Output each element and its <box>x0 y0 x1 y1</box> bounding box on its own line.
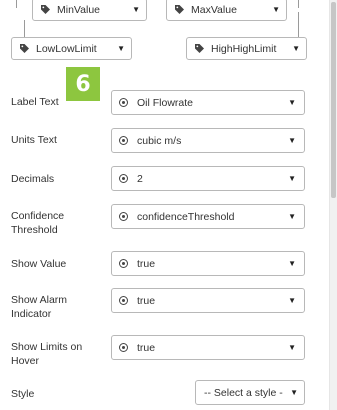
caret-down-icon: ▼ <box>272 5 280 14</box>
show-alarm-indicator-value: true <box>137 294 156 307</box>
max-value-label: MaxValue <box>191 3 237 16</box>
confidence-threshold-label: Confidence Threshold <box>11 210 65 236</box>
tag-icon <box>195 44 204 53</box>
show-value-select[interactable]: true ▼ <box>111 251 305 276</box>
step-number-badge: 6 <box>66 67 100 101</box>
circle-dot-icon <box>119 212 128 221</box>
caret-down-icon: ▼ <box>290 388 298 397</box>
units-text-label: Units Text <box>11 134 57 146</box>
max-value-tag-select[interactable]: MaxValue ▼ <box>166 0 287 21</box>
min-value-label: MinValue <box>57 3 100 16</box>
vertical-scrollbar[interactable] <box>329 0 337 410</box>
caret-down-icon: ▼ <box>117 44 125 53</box>
show-limits-on-hover-select[interactable]: true ▼ <box>111 335 305 360</box>
units-text-select[interactable]: cubic m/s ▼ <box>111 128 305 153</box>
style-select[interactable]: -- Select a style - ▼ <box>195 380 305 405</box>
show-value-value: true <box>137 257 156 270</box>
tree-connector-left <box>16 0 17 8</box>
tag-icon <box>20 44 29 53</box>
caret-down-icon: ▼ <box>288 259 296 268</box>
tree-connector-right-lower <box>298 12 299 38</box>
caret-down-icon: ▼ <box>288 343 296 352</box>
low-low-limit-label: LowLowLimit <box>36 42 97 55</box>
caret-down-icon: ▼ <box>288 296 296 305</box>
confidence-threshold-value: confidenceThreshold <box>137 210 235 223</box>
show-limits-on-hover-value: true <box>137 341 156 354</box>
caret-down-icon: ▼ <box>292 44 300 53</box>
label-text-label: Label Text <box>11 96 59 108</box>
confidence-threshold-select[interactable]: confidenceThreshold ▼ <box>111 204 305 229</box>
min-value-tag-select[interactable]: MinValue ▼ <box>32 0 147 21</box>
caret-down-icon: ▼ <box>288 174 296 183</box>
caret-down-icon: ▼ <box>288 136 296 145</box>
circle-dot-icon <box>119 296 128 305</box>
label-text-value: Oil Flowrate <box>137 96 194 109</box>
caret-down-icon: ▼ <box>288 98 296 107</box>
tree-connector-left-lower <box>24 20 25 38</box>
circle-dot-icon <box>119 343 128 352</box>
decimals-label: Decimals <box>11 173 55 185</box>
style-placeholder: -- Select a style - <box>204 386 283 399</box>
caret-down-icon: ▼ <box>288 212 296 221</box>
show-value-label: Show Value <box>11 258 67 270</box>
style-label: Style <box>11 388 35 400</box>
circle-dot-icon <box>119 98 128 107</box>
units-text-value: cubic m/s <box>137 134 182 147</box>
tag-icon <box>175 5 184 14</box>
tree-connector-right <box>298 0 299 8</box>
decimals-value: 2 <box>137 172 143 185</box>
decimals-select[interactable]: 2 ▼ <box>111 166 305 191</box>
circle-dot-icon <box>119 136 128 145</box>
high-high-limit-tag-select[interactable]: HighHighLimit ▼ <box>186 37 307 60</box>
tag-icon <box>41 5 50 14</box>
show-limits-on-hover-label: Show Limits on Hover <box>11 341 83 367</box>
scrollbar-thumb[interactable] <box>331 2 336 198</box>
caret-down-icon: ▼ <box>132 5 140 14</box>
show-alarm-indicator-select[interactable]: true ▼ <box>111 288 305 313</box>
low-low-limit-tag-select[interactable]: LowLowLimit ▼ <box>11 37 132 60</box>
show-alarm-indicator-label: Show Alarm Indicator <box>11 294 68 320</box>
high-high-limit-label: HighHighLimit <box>211 42 277 55</box>
circle-dot-icon <box>119 259 128 268</box>
label-text-select[interactable]: Oil Flowrate ▼ <box>111 90 305 115</box>
circle-dot-icon <box>119 174 128 183</box>
